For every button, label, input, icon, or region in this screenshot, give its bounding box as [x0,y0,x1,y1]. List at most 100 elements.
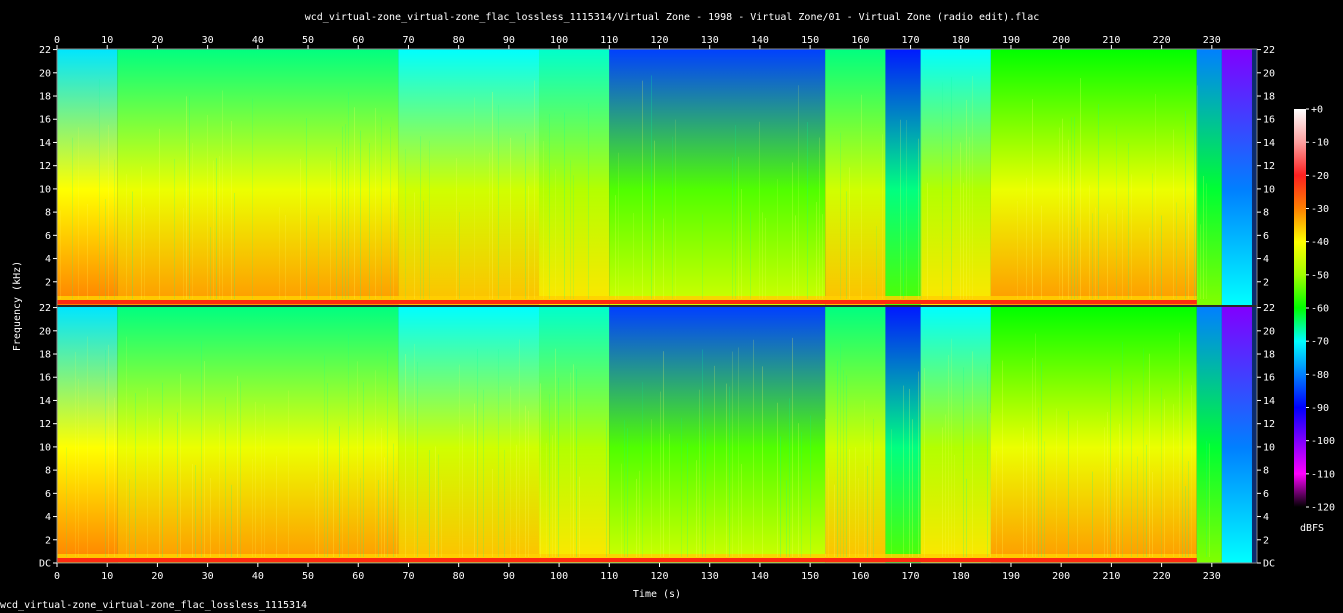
spectral-streak [1032,357,1033,557]
channel-bottom [57,307,1257,563]
colorbar-tick-label: -10 [1311,138,1329,149]
spectral-streak [390,127,391,300]
spectral-streak [996,451,997,557]
spectral-streak [222,90,223,299]
spectral-streak [384,457,385,557]
spectral-streak [834,484,835,557]
spectral-streak [714,365,715,557]
spectral-streak [555,348,556,557]
spectral-streak [861,94,862,299]
y-tick-label-right: 14 [1263,396,1275,407]
spectral-streak [837,360,838,557]
y-tick-label-left: 2 [45,277,51,288]
spectral-streak [1161,215,1162,299]
spectral-streak [1071,117,1072,299]
y-tick-label-right: 16 [1263,373,1275,384]
spectral-streak [651,75,652,299]
spectral-streak [1089,185,1090,299]
spectral-streak [696,460,697,557]
spectral-streak [1077,227,1078,299]
x-tick-label-top: 30 [202,35,214,46]
spectral-streak [903,385,904,557]
spectral-streak [891,429,892,557]
spectral-streak [189,96,190,299]
spectral-streak [381,117,382,300]
spectral-streak [918,138,919,299]
spectral-streak [1173,404,1174,557]
spectral-streak [702,214,703,299]
spectral-streak [732,351,733,557]
spectral-streak [240,381,241,557]
spectral-streak [918,371,919,557]
spectrum-segment [990,49,1197,305]
spectral-streak [108,125,109,299]
spectral-streak [792,337,793,557]
spectral-streak [588,103,589,299]
spectral-streak [558,377,559,557]
spectral-streak [1143,348,1144,557]
spectral-streak [66,447,67,557]
spectral-streak [345,124,346,299]
spectral-streak [606,419,607,557]
spectral-streak [1128,143,1129,299]
spectral-streak [105,199,106,299]
channel-bottom-segments [57,307,1252,563]
spectral-streak [126,336,127,557]
spectral-streak [555,169,556,299]
spectral-streak [1026,442,1027,557]
colorbar-tick-label: -120 [1311,503,1335,514]
spectral-streak [375,370,376,557]
spectral-streak [909,388,910,557]
spectral-streak [840,344,841,557]
spectral-streak [423,200,424,299]
spectral-streak [1179,332,1180,557]
x-tick-label-top: 0 [54,35,60,46]
spectral-streak [960,142,961,299]
spectral-streak [1149,353,1150,557]
spectral-streak [570,372,571,557]
spectral-streak [159,128,160,299]
spectral-streak [414,192,415,299]
spectrum-segment [1221,307,1252,563]
spectral-streak [429,140,430,299]
spectral-streak [903,181,904,299]
x-tick-label-top: 200 [1052,35,1070,46]
spectral-streak [459,212,460,299]
spectral-streak [177,412,178,557]
y-tick-label-right: 4 [1263,254,1269,265]
spectral-streak [261,435,262,557]
y-tick-label-right: 6 [1263,489,1269,500]
low-frequency-band [57,558,1197,562]
y-tick-label-left: 14 [39,138,51,149]
spectral-streak [789,398,790,557]
spectral-streak [672,136,673,299]
x-tick-label-top: 10 [101,35,113,46]
y-tick-label-left: 10 [39,184,51,195]
spectral-streak [357,361,358,557]
colorbar-tick-label: -100 [1311,436,1335,447]
y-tick-label-right: 22 [1263,45,1275,56]
spectral-streak [225,397,226,557]
spectral-streak [528,185,529,299]
spectral-streak [795,215,796,299]
y-tick-label-left: 14 [39,396,51,407]
spectral-streak [735,124,736,299]
spectral-streak [777,179,778,299]
spectral-streak [1149,227,1150,299]
x-tick-label-bottom: 90 [503,571,515,582]
spectral-streak [195,464,196,557]
x-tick-label-bottom: 20 [151,571,163,582]
x-tick-label-top: 50 [302,35,314,46]
spectral-streak [849,167,850,299]
spectral-streak [1119,423,1120,557]
x-tick-label-top: 80 [453,35,465,46]
spectral-streak [1176,202,1177,299]
spectral-streak [873,418,874,557]
spectral-streak [1104,427,1105,557]
spectral-streak [699,389,700,557]
spectral-streak [1131,379,1132,557]
spectral-streak [381,428,382,557]
spectral-streak [114,397,115,557]
y-tick-label-left: 16 [39,373,51,384]
x-tick-label-top: 60 [352,35,364,46]
